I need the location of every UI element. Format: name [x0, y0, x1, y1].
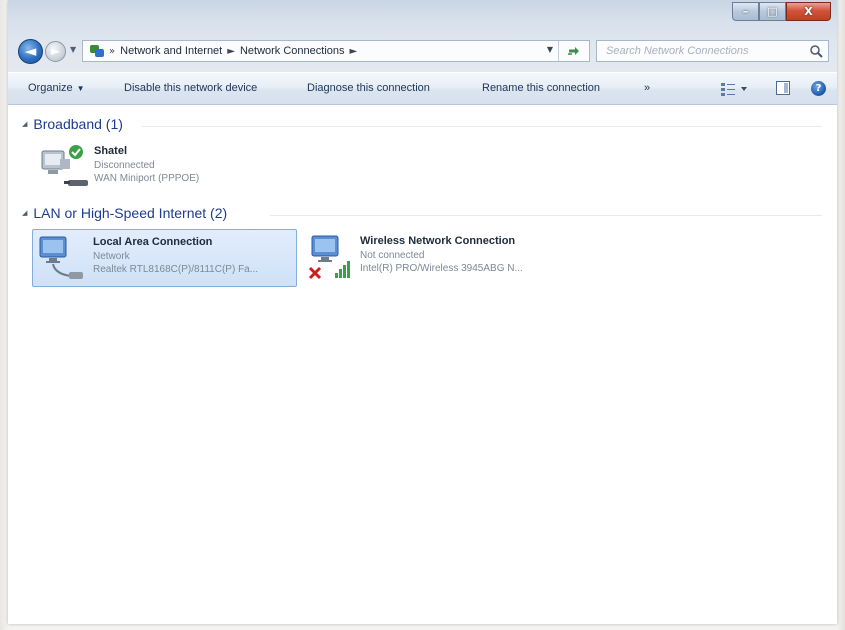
group-divider — [270, 215, 822, 216]
connection-name: Wireless Network Connection — [360, 235, 516, 247]
connection-item-local-area[interactable]: Local Area Connection Network Realtek RT… — [32, 229, 297, 287]
view-options-icon — [721, 83, 747, 96]
refresh-button[interactable] — [558, 41, 589, 61]
navigation-row: ◄ ► ▼ » Network and Internet ► Network C… — [8, 36, 837, 66]
connection-item-shatel[interactable]: Shatel Disconnected WAN Miniport (PPPOE) — [34, 139, 274, 197]
rename-connection-button[interactable]: Rename this connection — [482, 82, 600, 94]
breadcrumb-overflow[interactable]: » — [109, 46, 115, 57]
connection-device: Intel(R) PRO/Wireless 3945ABG N... — [360, 263, 523, 274]
group-header-label: Broadband (1) — [33, 116, 123, 132]
lan-connection-icon — [39, 236, 83, 279]
address-dropdown[interactable]: ▼ — [547, 45, 553, 54]
breadcrumb-separator[interactable]: ► — [350, 46, 358, 57]
connection-device: Realtek RTL8168C(P)/8111C(P) Fa... — [93, 264, 259, 275]
collapse-triangle-icon: ◢ — [22, 210, 28, 217]
group-header-label: LAN or High-Speed Internet (2) — [33, 205, 228, 221]
connection-name: Shatel — [94, 145, 128, 157]
back-button[interactable]: ◄ — [18, 39, 43, 64]
caption-buttons: – □ X — [732, 2, 831, 22]
back-arrow-icon: ◄ — [24, 42, 37, 60]
breadcrumb-network-connections[interactable]: Network Connections — [240, 45, 345, 57]
forward-button[interactable]: ► — [45, 41, 66, 62]
connection-status: Network — [93, 251, 130, 262]
preview-pane-button[interactable] — [776, 81, 790, 95]
help-button[interactable]: ? — [811, 81, 826, 96]
forward-arrow-icon: ► — [50, 44, 61, 58]
group-header-broadband[interactable]: ◢ Broadband (1) — [22, 116, 123, 132]
more-commands-button[interactable]: » — [644, 82, 650, 94]
change-view-button[interactable] — [720, 81, 750, 97]
chevron-down-icon: ▼ — [76, 84, 85, 93]
connection-item-wireless[interactable]: Wireless Network Connection Not connecte… — [300, 229, 570, 287]
minimize-button[interactable]: – — [732, 2, 759, 21]
breadcrumb-separator[interactable]: ► — [227, 46, 235, 57]
recent-pages-dropdown[interactable]: ▼ — [70, 45, 76, 54]
diagnose-connection-button[interactable]: Diagnose this connection — [307, 82, 430, 94]
maximize-button[interactable]: □ — [759, 2, 786, 21]
wireless-connection-icon — [308, 235, 350, 280]
chevron-down-icon: ▼ — [546, 45, 553, 54]
organize-label: Organize — [28, 82, 73, 94]
search-input[interactable] — [604, 44, 808, 58]
organize-menu-button[interactable]: Organize ▼ — [28, 82, 85, 94]
connections-list: ◢ Broadband (1) Shatel Disconnected WAN … — [8, 105, 837, 624]
connection-status: Disconnected — [94, 160, 155, 171]
breadcrumb-network-and-internet[interactable]: Network and Internet — [120, 45, 222, 57]
connection-device: WAN Miniport (PPPOE) — [94, 173, 200, 184]
chevron-down-icon: ▼ — [70, 45, 77, 54]
connection-status: Not connected — [360, 250, 425, 261]
network-folder-icon — [89, 44, 105, 58]
broadband-connection-icon — [41, 144, 88, 186]
close-button[interactable]: X — [786, 2, 831, 21]
title-bar: – □ X ◄ ► ▼ » Network and Internet ► Net… — [8, 0, 837, 72]
group-header-lan[interactable]: ◢ LAN or High-Speed Internet (2) — [22, 205, 227, 221]
address-bar[interactable]: » Network and Internet ► Network Connect… — [82, 40, 590, 62]
search-icon[interactable] — [809, 44, 823, 58]
group-divider — [142, 126, 822, 127]
disable-network-device-button[interactable]: Disable this network device — [124, 82, 257, 94]
help-icon: ? — [815, 83, 822, 94]
collapse-triangle-icon: ◢ — [22, 121, 28, 128]
command-bar: Organize ▼ Disable this network device Di… — [8, 72, 837, 105]
search-box[interactable] — [596, 40, 829, 62]
network-connections-window: – □ X ◄ ► ▼ » Network and Internet ► Net… — [8, 0, 837, 624]
connection-name: Local Area Connection — [93, 236, 213, 248]
refresh-icon — [568, 47, 579, 55]
